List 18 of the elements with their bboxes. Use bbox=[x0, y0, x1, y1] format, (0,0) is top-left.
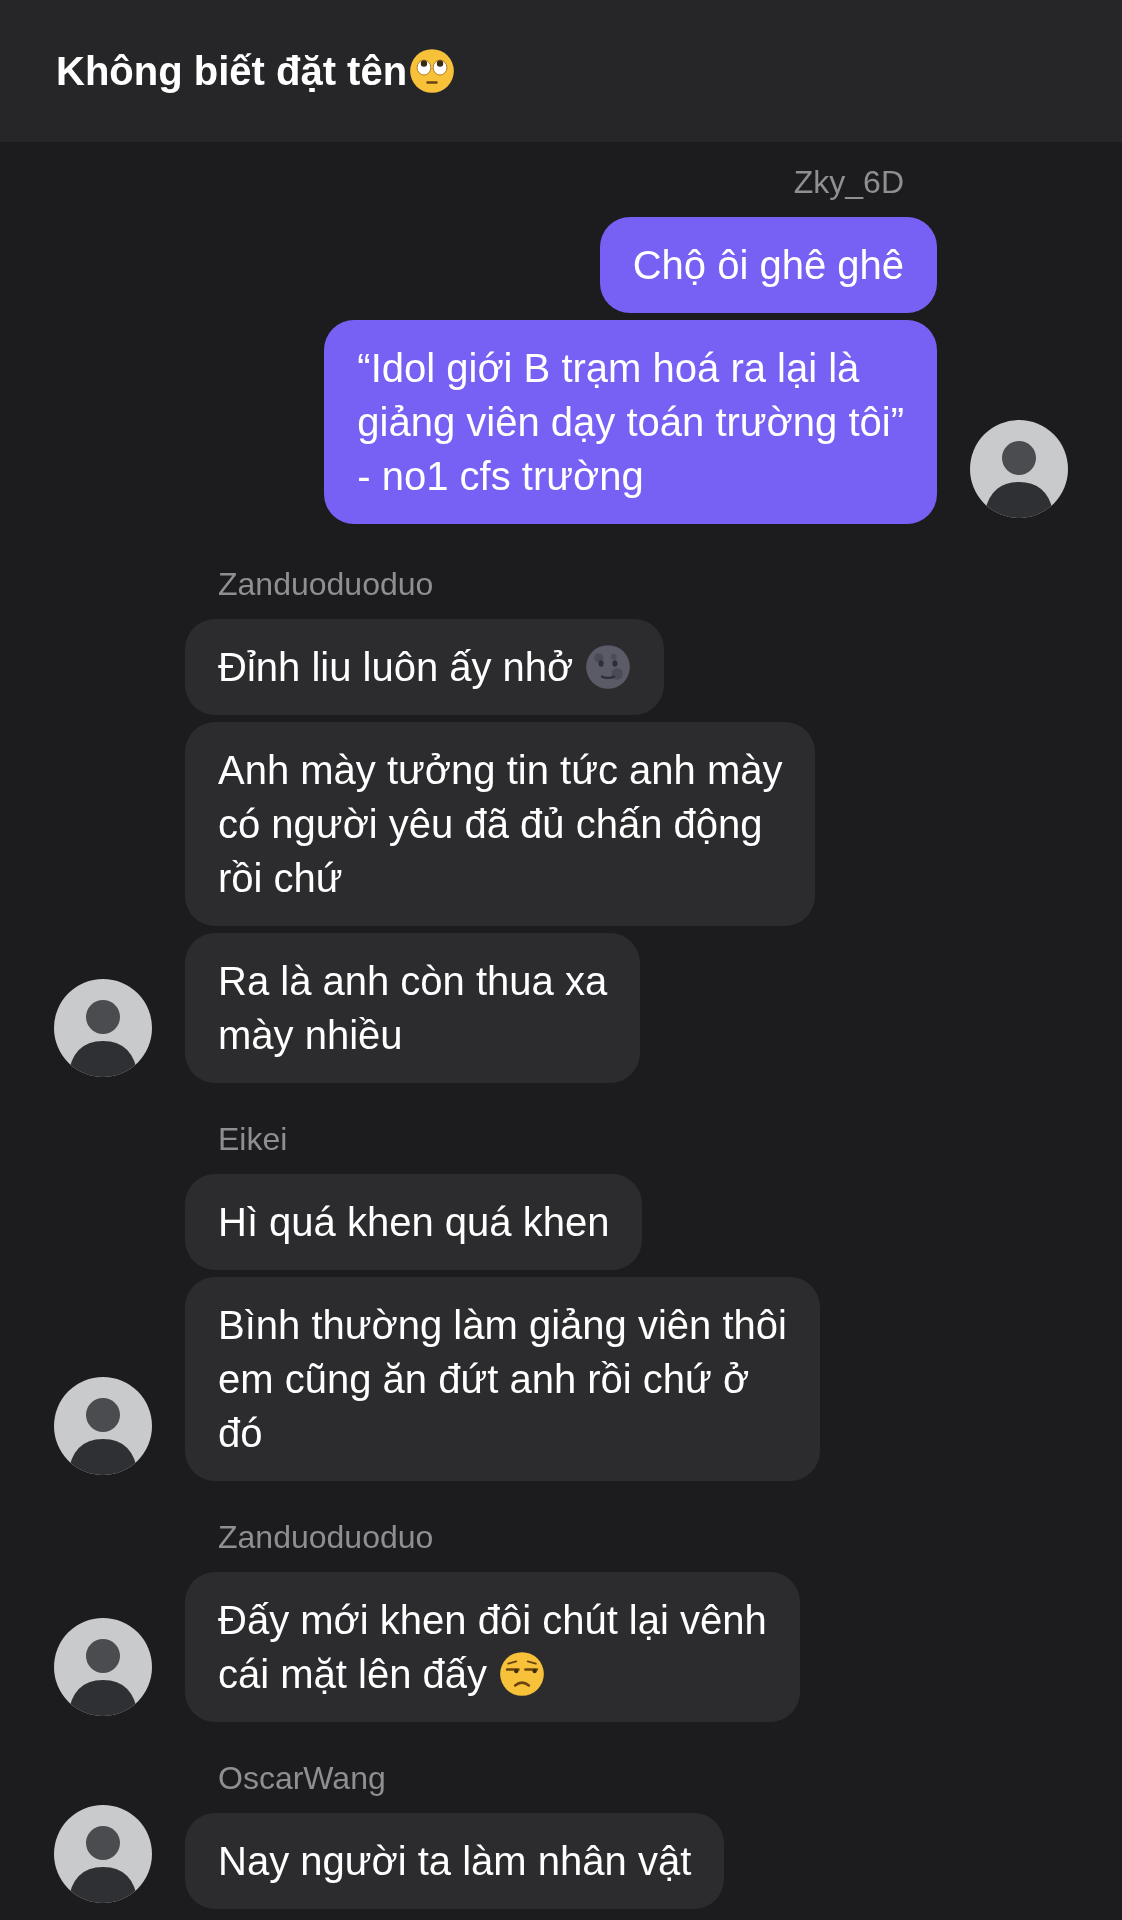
sender-name: Eikei bbox=[218, 1120, 288, 1159]
message-bubble: Anh mày tưởng tin tức anh mày có người yêu đã đủ chấn động rồi chứ bbox=[185, 722, 816, 926]
message-bubble: Chộ ôi ghê ghê bbox=[599, 217, 937, 313]
message-bubble: “Idol giới B trạm hoá ra lại là giảng viên dạy toán trường tôi” - no1 cfs trường bbox=[324, 320, 937, 524]
message-bubble: Đấy mới khen đôi chút lại vênh cái mặt lên đấy bbox=[185, 1572, 800, 1722]
message-bubble: Đỉnh liu luôn ấy nhở bbox=[185, 619, 665, 715]
rolling-eyes-face-icon bbox=[409, 48, 456, 94]
chat-title: Không biết đặt tên bbox=[56, 48, 456, 94]
unamused-face-icon bbox=[499, 1650, 546, 1697]
sender-name: Zky_6D bbox=[793, 163, 904, 202]
message-bubble: Bình thường làm giảng viên thôi em cũng ăn đứt anh rồi chứ ở đó bbox=[185, 1277, 820, 1481]
sender-name: Zanduoduoduo bbox=[218, 1518, 434, 1557]
message-bubble: Hì quá khen quá khen bbox=[185, 1174, 643, 1270]
moon-face-icon bbox=[585, 643, 632, 690]
sender-name: Zanduoduoduo bbox=[218, 565, 434, 604]
message-bubble: Ra là anh còn thua xa mày nhiều bbox=[185, 933, 641, 1083]
sender-name: OscarWang bbox=[218, 1759, 386, 1798]
message-bubble: Nay người ta làm nhân vật bbox=[185, 1813, 725, 1909]
